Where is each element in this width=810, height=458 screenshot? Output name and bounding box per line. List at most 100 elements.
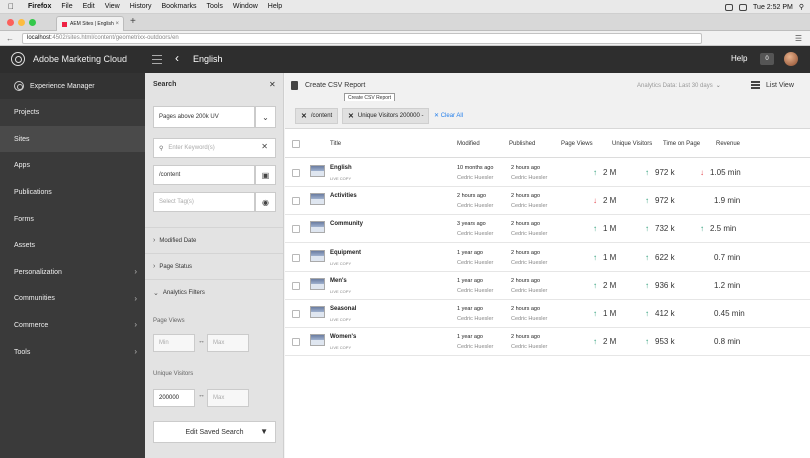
mac-menu-item[interactable]: Firefox — [28, 3, 51, 10]
view-switcher[interactable]: List View — [751, 81, 794, 89]
table-row[interactable]: Women's LIVE COPY 1 year ago Cedric Huesler… — [285, 328, 810, 357]
column-time-on-page[interactable]: Time on Page — [663, 141, 700, 147]
mac-menu-item[interactable]: Edit — [83, 3, 95, 10]
screen:  Firefox File Edit View History Bookmarks Too… — [0, 0, 810, 458]
row-checkbox[interactable] — [292, 225, 300, 234]
back-chevron-icon[interactable]: ‹ — [175, 51, 179, 65]
rail-item-tools[interactable]: Tools › — [0, 339, 145, 365]
saved-search-select[interactable]: Pages above 200k UV — [153, 106, 255, 128]
rail-toggle-icon[interactable] — [152, 55, 162, 64]
row-checkbox[interactable] — [292, 169, 300, 177]
row-checkbox[interactable] — [292, 310, 300, 318]
battery-icon[interactable] — [725, 3, 734, 11]
column-unique-visitors[interactable]: Unique Visitors — [612, 141, 652, 147]
row-checkbox[interactable] — [292, 253, 300, 262]
column-modified[interactable]: Modified — [457, 141, 480, 147]
table-row[interactable]: English LIVE COPY 10 months ago Cedric Hues… — [285, 159, 810, 187]
avatar[interactable] — [784, 52, 798, 66]
facet-modified-date[interactable]: › Modified Date — [145, 227, 283, 253]
mac-menu-item[interactable]: File — [61, 3, 72, 10]
page-views-min-input[interactable]: Min — [153, 334, 195, 352]
tag-picker-button[interactable]: ◉ — [255, 192, 276, 212]
row-page-views-value: 2 M — [603, 196, 617, 206]
table-row[interactable]: Community 3 years ago Cedric Huesler 2 hour… — [285, 215, 810, 244]
address-field[interactable]: localhost:4502/sites.html/content/geomet… — [22, 32, 702, 44]
rail-item-apps[interactable]: Apps — [0, 153, 145, 179]
clear-all-link[interactable]: ✕ Clear All — [434, 112, 463, 119]
unique-visitors-min-input[interactable]: 200000 — [153, 389, 195, 407]
rail-item-projects[interactable]: Projects — [0, 100, 145, 126]
table-row[interactable]: Seasonal LIVE COPY 1 year ago Cedric Huesle… — [285, 300, 810, 328]
edit-saved-search-button[interactable]: Edit Saved Search ▼ — [153, 421, 276, 443]
rail-item-assets[interactable]: Assets — [0, 233, 145, 259]
page-views-max-input[interactable]: Max — [207, 334, 249, 352]
help-link[interactable]: Help — [731, 54, 747, 63]
table-row[interactable]: Equipment LIVE COPY 1 year ago Cedric Huesl… — [285, 243, 810, 272]
row-title[interactable]: English — [330, 165, 352, 171]
mac-menu-item[interactable]: Tools — [207, 3, 223, 10]
maximize-window-button[interactable] — [29, 19, 36, 26]
row-checkbox[interactable] — [292, 197, 300, 206]
mac-menu-item[interactable]: Bookmarks — [162, 3, 197, 10]
filter-chip-path[interactable]: ✕ /content — [295, 108, 339, 124]
browser-tab[interactable]: AEM Sites | English × — [56, 16, 124, 31]
rail-item-personalization[interactable]: Personalization › — [0, 259, 145, 285]
row-title[interactable]: Activities — [330, 193, 357, 199]
facet-page-status[interactable]: › Page Status — [145, 253, 283, 279]
back-icon[interactable]: ← — [6, 34, 20, 43]
close-tab-icon[interactable]: × — [115, 21, 119, 27]
clear-keyword-icon[interactable]: ✕ — [261, 142, 268, 151]
notifications-badge[interactable]: 0 — [760, 53, 774, 65]
path-field[interactable]: /content — [153, 165, 255, 185]
unique-visitors-max-input[interactable]: Max — [207, 389, 249, 407]
rail-item-label: Communities — [14, 295, 55, 303]
keyword-search-input[interactable]: ⚲ Enter Keyword(s) ✕ — [153, 138, 276, 158]
tags-field[interactable]: Select Tag(s) — [153, 192, 255, 212]
select-all-checkbox[interactable] — [292, 140, 300, 148]
apple-icon[interactable]:  — [8, 2, 18, 11]
mac-menu-item[interactable]: Help — [268, 3, 282, 10]
close-search-icon[interactable]: ✕ — [269, 80, 276, 89]
column-title[interactable]: Title — [330, 141, 341, 147]
browser-tab-title: AEM Sites | English — [70, 21, 114, 27]
column-page-views[interactable]: Page Views — [561, 141, 593, 147]
analytics-date-select[interactable]: Analytics Data: Last 30 days ⌄ — [637, 82, 721, 89]
close-window-button[interactable] — [7, 19, 14, 26]
row-title[interactable]: Seasonal — [330, 306, 356, 312]
row-title[interactable]: Men's — [330, 278, 347, 284]
mac-menu-item[interactable]: Window — [233, 3, 258, 10]
spotlight-icon[interactable]: ⚲ — [799, 3, 804, 11]
table-row[interactable]: Men's LIVE COPY 1 year ago Cedric Huesler 2 … — [285, 271, 810, 300]
row-checkbox[interactable] — [292, 281, 300, 290]
facet-analytics-filters[interactable]: ⌄ Analytics Filters — [145, 279, 283, 305]
rail-item-publications[interactable]: Publications — [0, 179, 145, 205]
clock[interactable]: Tue 2:52 PM — [753, 4, 793, 11]
path-browser-button[interactable]: ▣ — [255, 165, 276, 185]
saved-search-dropdown-button[interactable]: ⌄ — [255, 106, 276, 128]
column-revenue[interactable]: Revenue — [716, 141, 740, 147]
mac-menu-item[interactable]: View — [105, 3, 120, 10]
mac-menu-item[interactable]: History — [130, 3, 152, 10]
wifi-icon[interactable] — [739, 3, 748, 11]
chevron-down-icon: ⌄ — [153, 289, 159, 297]
new-tab-button[interactable]: + — [130, 16, 136, 27]
row-page-views: ↑ 1 M — [593, 224, 616, 233]
rail-item-communities[interactable]: Communities › — [0, 286, 145, 312]
remove-filter-icon[interactable]: ✕ — [348, 112, 354, 120]
create-csv-button[interactable]: Create CSV Report — [291, 81, 365, 90]
table-row[interactable]: Activities 2 hours ago Cedric Huesler 2 hou… — [285, 187, 810, 216]
filter-chip-unique-visitors[interactable]: ✕ Unique Visitors 200000 - — [342, 108, 430, 124]
browser-menu-icon[interactable]: ☰ — [795, 34, 802, 43]
row-title[interactable]: Community — [330, 221, 363, 227]
row-checkbox[interactable] — [292, 338, 300, 347]
rail-item-forms[interactable]: Forms — [0, 206, 145, 232]
brand[interactable]: Adobe Marketing Cloud — [11, 52, 127, 66]
rail-item-commerce[interactable]: Commerce › — [0, 312, 145, 338]
row-title[interactable]: Women's — [330, 334, 356, 340]
rail-item-sites[interactable]: Sites — [0, 126, 145, 153]
row-title[interactable]: Equipment — [330, 250, 361, 256]
minimize-window-button[interactable] — [18, 19, 25, 26]
column-published[interactable]: Published — [509, 141, 535, 147]
rail-item-experience-manager[interactable]: Experience Manager — [0, 73, 145, 99]
remove-filter-icon[interactable]: ✕ — [301, 112, 307, 120]
